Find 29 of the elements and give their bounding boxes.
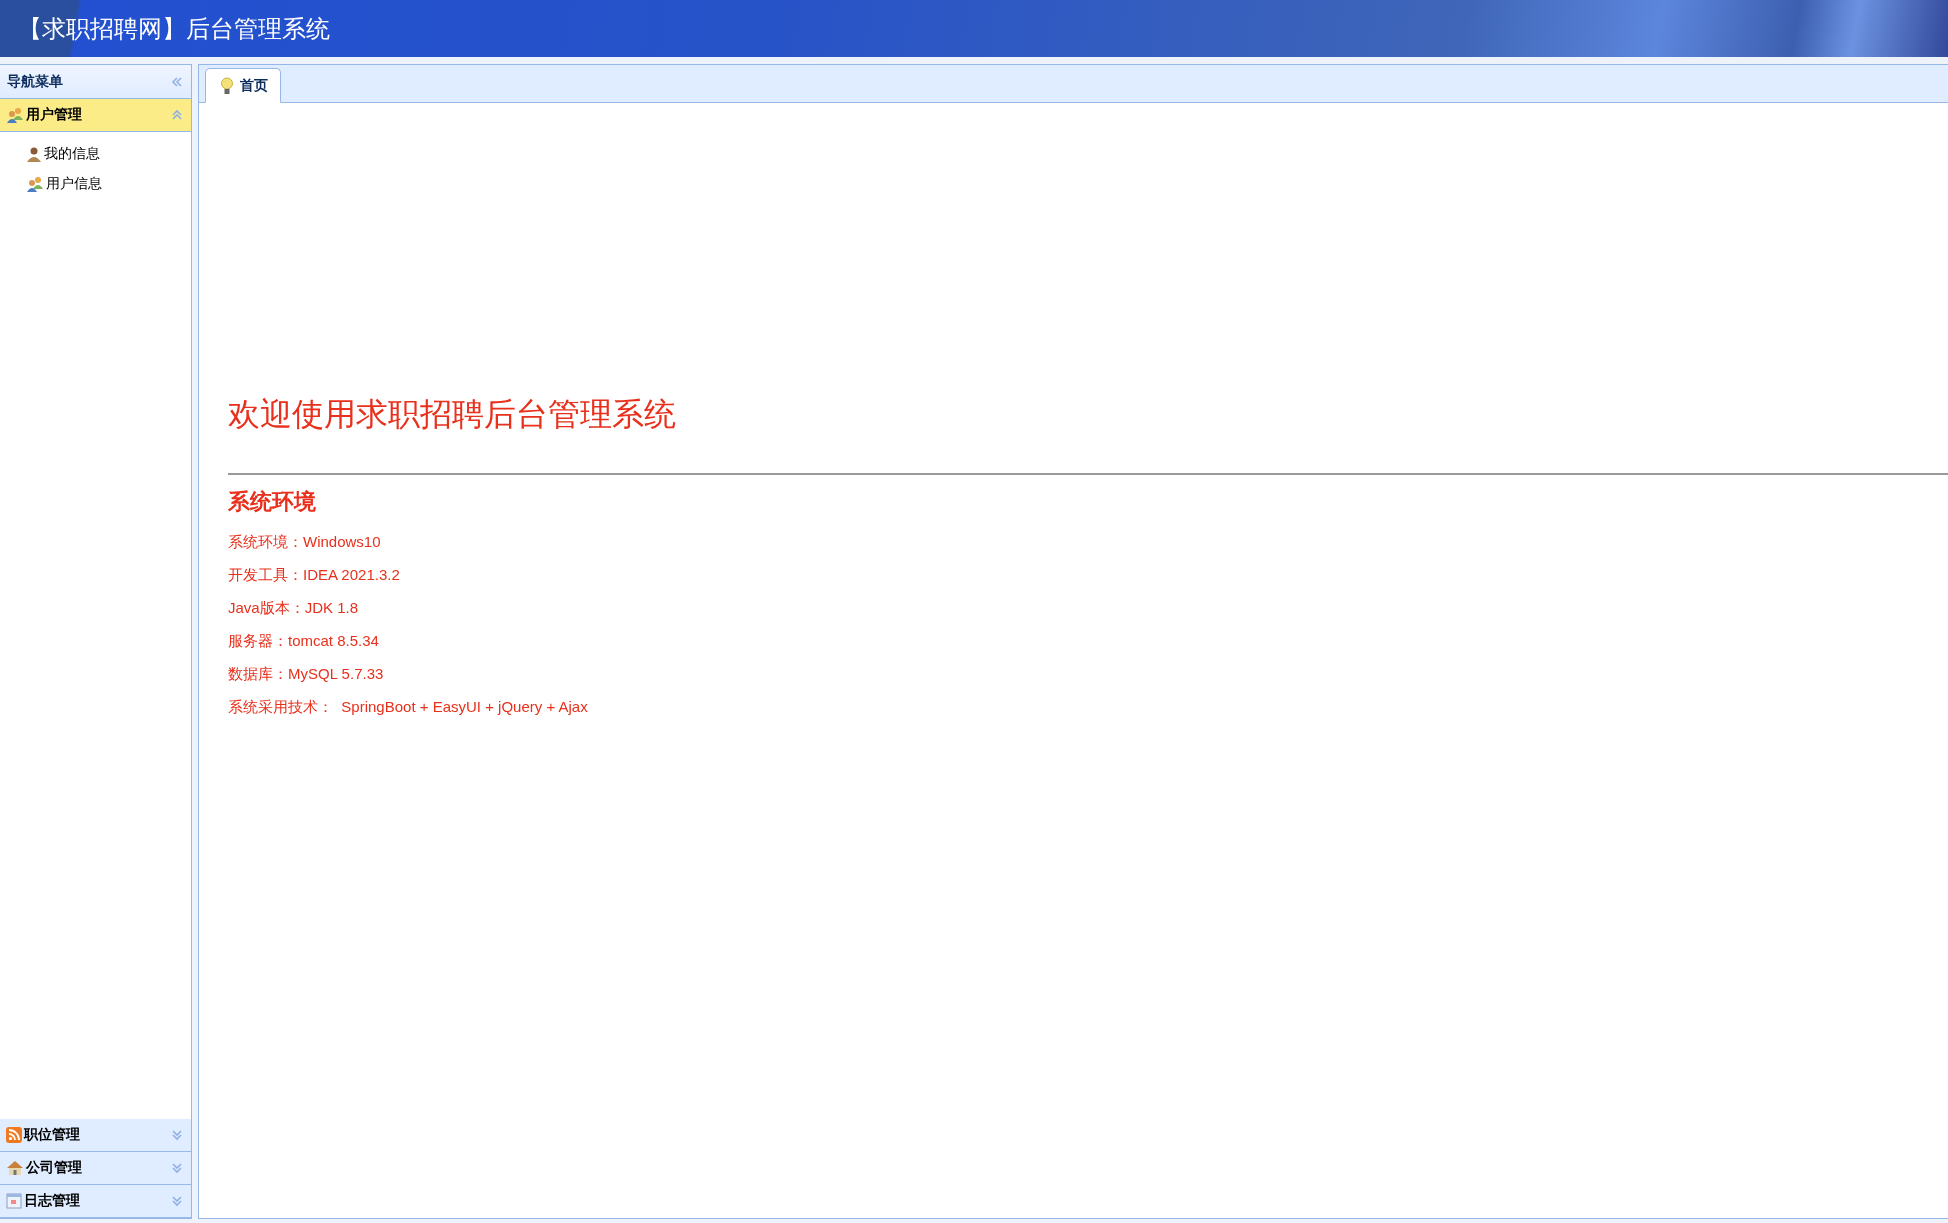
users-icon [26, 175, 44, 193]
tab[interactable]: 首页 [205, 68, 281, 103]
sidebar-title: 导航菜单 [7, 72, 63, 91]
calendar-icon [6, 1193, 22, 1209]
accordion-header[interactable]: 用户管理 [0, 99, 191, 132]
users-icon [6, 106, 24, 124]
rss-icon [6, 1127, 22, 1143]
chevron-down-icon[interactable] [171, 1195, 183, 1207]
lightbulb-icon [220, 76, 234, 95]
menu-item[interactable]: 我的信息 [26, 142, 191, 166]
house-icon [6, 1160, 24, 1176]
section-heading: 系统环境 [228, 488, 317, 516]
collapse-left-icon[interactable] [171, 75, 183, 88]
info-line: 系统环境：Windows10 [228, 532, 382, 552]
person-icon [26, 146, 42, 162]
info-line: Java版本：JDK 1.8 [228, 598, 360, 618]
accordion-header[interactable]: 公司管理 [0, 1152, 191, 1185]
info-line: 系统采用技术： SpringBoot + EasyUI + jQuery + Ajax [228, 697, 589, 717]
chevron-up-icon[interactable] [171, 109, 183, 121]
accordion-header[interactable]: 日志管理 [0, 1185, 191, 1218]
chevron-down-icon[interactable] [171, 1129, 183, 1141]
menu-item[interactable]: 用户信息 [26, 172, 191, 196]
chevron-down-icon[interactable] [171, 1162, 183, 1174]
accordion-header[interactable]: 职位管理 [0, 1119, 191, 1152]
info-line: 服务器：tomcat 8.5.34 [228, 631, 380, 651]
info-line: 数据库：MySQL 5.7.33 [228, 664, 385, 684]
info-line: 开发工具：IDEA 2021.3.2 [228, 565, 401, 585]
welcome-title: 欢迎使用求职招聘后台管理系统 [228, 395, 677, 434]
app-title: 【求职招聘网】后台管理系统 [18, 13, 330, 44]
